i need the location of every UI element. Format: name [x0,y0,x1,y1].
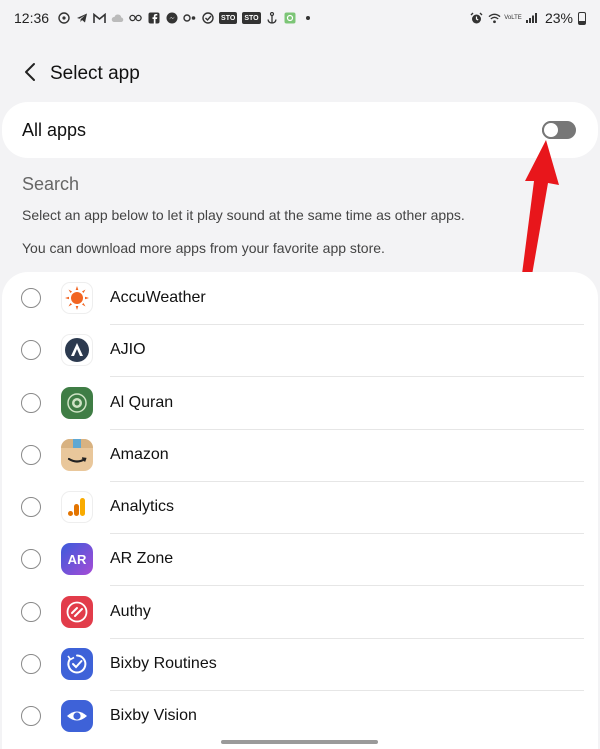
facebook-messenger-icon [165,12,178,25]
app-row-al-quran[interactable]: Al Quran [2,377,598,429]
authy-icon [61,596,93,628]
status-time: 12:36 [14,10,50,26]
radio-button[interactable] [21,288,41,308]
app-name: AR Zone [110,550,174,567]
radio-button[interactable] [21,654,41,674]
check-circle-icon [201,12,214,25]
volte-icon: VoLTE [504,15,522,21]
status-right: VoLTE 23% [470,10,586,26]
amazon-icon [61,439,93,471]
status-left: 12:36 STO STO [14,10,315,26]
app-notification-icon [284,12,297,25]
description-text: You can download more apps from your fav… [22,240,385,256]
app-row-authy[interactable]: Authy [2,586,598,638]
ar-zone-icon: AR [61,543,93,575]
radio-button[interactable] [21,602,41,622]
sun-icon [61,282,93,314]
signal-icon [525,12,538,25]
app-name: Bixby Routines [110,655,217,672]
cloud-icon [111,12,124,25]
ajio-icon [61,334,93,366]
app-row-ar-zone[interactable]: AR AR Zone [2,533,598,585]
bixby-routines-icon [61,648,93,680]
app-name: Analytics [110,498,175,515]
app-name: Amazon [110,446,169,463]
annotation-arrow-icon [522,140,559,275]
all-apps-setting[interactable]: All apps [2,102,598,158]
analytics-icon [61,491,93,523]
radio-button[interactable] [21,340,41,360]
description-text: Select an app below to let it play sound… [22,207,465,223]
battery-icon [578,11,586,25]
app-row-bixby-vision[interactable]: Bixby Vision [2,690,598,742]
chevron-left-icon [23,62,37,87]
sto-badge: STO [219,12,238,24]
app-row-accuweather[interactable]: AccuWeather [2,272,598,324]
radio-button[interactable] [21,445,41,465]
ar-zone-icon-text: AR [67,551,87,567]
app-name: Authy [110,603,151,620]
radio-button[interactable] [21,549,41,569]
app-list: AccuWeather AJIO Al Quran Amazon Analyti… [2,272,598,749]
quran-icon [61,387,93,419]
o-dot-icon [183,12,196,25]
back-button[interactable] [16,56,44,92]
radio-button[interactable] [21,497,41,517]
anchor-icon [266,12,279,25]
bixby-vision-icon [61,700,93,732]
whatsapp-icon [57,12,70,25]
navigation-handle[interactable] [221,740,378,744]
header: Select app [0,52,600,96]
alarm-icon [470,12,483,25]
wifi-icon [488,12,501,25]
facebook-icon [147,12,160,25]
app-row-amazon[interactable]: Amazon [2,429,598,481]
radio-button[interactable] [21,706,41,726]
app-row-ajio[interactable]: AJIO [2,324,598,376]
app-name: Bixby Vision [110,707,197,724]
battery-percentage: 23% [544,10,573,26]
radio-button[interactable] [21,393,41,413]
search-button[interactable]: Search [22,174,79,195]
telegram-icon [75,12,88,25]
app-name: Al Quran [110,394,174,411]
app-name: AJIO [110,341,146,358]
status-bar: 12:36 STO STO VoLTE 23% [0,0,600,36]
more-notifications-dot-icon [302,12,315,25]
all-apps-label: All apps [22,119,87,140]
app-row-analytics[interactable]: Analytics [2,481,598,533]
page-title: Select app [50,63,140,84]
gmail-icon [93,12,106,25]
app-name: AccuWeather [110,289,206,306]
sto-badge: STO [242,12,261,24]
glasses-icon [129,12,142,25]
app-row-bixby-routines[interactable]: Bixby Routines [2,638,598,690]
